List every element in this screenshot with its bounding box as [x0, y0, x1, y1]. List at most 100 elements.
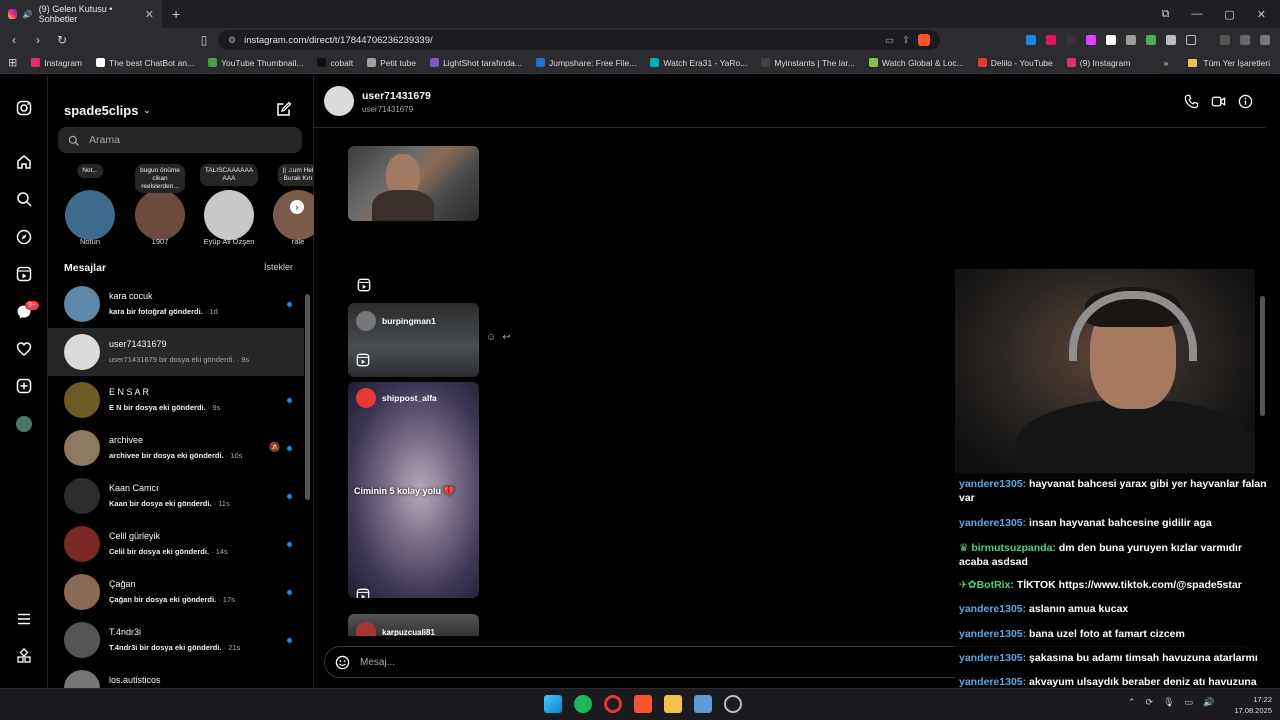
bookmark-link[interactable]: Myinstants | The lar... [761, 58, 855, 68]
bookmark-link[interactable]: cobalt [317, 58, 353, 68]
reel-author[interactable]: shippost_alfa [356, 388, 437, 408]
explore-compass-icon[interactable] [16, 229, 32, 245]
more-bookmarks-icon[interactable]: » [1164, 58, 1169, 68]
close-window-icon[interactable]: ✕ [1257, 8, 1266, 21]
create-plus-icon[interactable] [16, 378, 32, 394]
search-icon[interactable] [16, 191, 32, 207]
new-message-icon[interactable] [276, 101, 292, 117]
back-icon[interactable]: ‹ [8, 33, 20, 47]
note-item[interactable]: TALISCAAAAAA AAA Eyüp Ali Özşen [197, 164, 261, 250]
bookmark-link[interactable]: Instagram [31, 58, 82, 68]
account-switcher[interactable]: spade5clips ⌄ [64, 103, 150, 118]
bookmark-link[interactable]: LightShot tarafında... [430, 58, 522, 68]
emoji-icon[interactable] [335, 655, 350, 670]
bookmark-link[interactable]: Watch Global & Loc... [868, 58, 964, 68]
note-item[interactable]: Not... Notun [58, 164, 122, 250]
browser-tab-active[interactable]: 🔊 (9) Gelen Kutusu • Sohbetler ✕ [0, 0, 162, 28]
conversation-row[interactable]: Celil gürleyik Celil bir dosya eki gönder… [48, 520, 304, 568]
bookmark-link[interactable]: The best ChatBot an... [96, 58, 194, 68]
extension-icon[interactable] [1066, 35, 1076, 45]
spotify-icon[interactable] [574, 695, 592, 713]
conversation-row[interactable]: Çağan Çağan bir dosya eki gönderdi. · 17s [48, 568, 304, 616]
screen-cast-icon[interactable]: ▭ [885, 35, 894, 46]
requests-link[interactable]: İstekler [264, 262, 293, 272]
bookmark-link[interactable]: (9) Instagram [1066, 58, 1130, 68]
extensions-puzzle-icon[interactable]: ⧉ [1162, 8, 1170, 21]
extension-icon[interactable] [1086, 35, 1096, 45]
shared-reel[interactable]: karpuzcuali81 [348, 614, 479, 636]
all-bookmarks-link[interactable]: Tüm Yer İşaretleri [1203, 58, 1270, 68]
volume-icon[interactable]: 🔊 [1203, 697, 1214, 708]
tray-chevron-up-icon[interactable]: ⌃ [1128, 697, 1136, 708]
minimize-icon[interactable]: — [1191, 8, 1202, 21]
brave-shield-icon[interactable] [918, 34, 930, 46]
inbox-scrollbar[interactable] [305, 286, 310, 686]
forward-icon[interactable]: › [32, 33, 44, 47]
extension-icon[interactable] [1146, 35, 1156, 45]
speaker-icon[interactable]: 🔊 [23, 10, 33, 19]
extension-icon[interactable] [1046, 35, 1056, 45]
more-menu-icon[interactable] [16, 611, 32, 627]
shared-video-thumbnail[interactable] [348, 146, 479, 221]
conversation-row[interactable]: kara cocuk kara bir fotoğraf gönderdi. · … [48, 280, 304, 328]
conversation-row[interactable]: E N S A R E N bir dosya eki gönderdi. · 9… [48, 376, 304, 424]
bookmark-link[interactable]: Delilo - YouTube [977, 58, 1053, 68]
notifications-heart-icon[interactable] [16, 341, 32, 357]
conversation-row[interactable]: archivee archivee bir dosya eki gönderdi.… [48, 424, 304, 472]
shared-reel[interactable]: shippost_alfa Ciminin 5 kolay yolu 💔 [348, 382, 479, 598]
profile-avatar[interactable] [16, 416, 32, 432]
meta-apps-icon[interactable] [16, 648, 32, 664]
tab-close-icon[interactable]: ✕ [145, 8, 154, 21]
vpn-icon[interactable] [1240, 35, 1250, 45]
extension-icon[interactable] [1026, 35, 1036, 45]
reload-icon[interactable]: ↻ [56, 33, 68, 47]
tray-app-icon[interactable]: ⟳ [1146, 697, 1154, 708]
bookmark-link[interactable]: Watch Era31 - YaRo... [650, 58, 747, 68]
home-icon[interactable] [16, 154, 32, 170]
maximize-icon[interactable]: ▢ [1224, 8, 1234, 21]
share-icon[interactable]: ⇪ [902, 35, 910, 46]
reel-author[interactable]: karpuzcuali81 [356, 622, 435, 636]
reels-icon[interactable] [16, 266, 32, 282]
bookmark-link[interactable]: Jumpshare: Free File... [536, 58, 636, 68]
windows-start-icon[interactable] [544, 695, 562, 713]
video-call-icon[interactable] [1211, 94, 1226, 109]
address-bar[interactable]: ⚙ instagram.com/direct/t/178447062362393… [218, 30, 940, 50]
bookmark-link[interactable]: Petit tube [367, 58, 416, 68]
conversation-row[interactable]: user71431679 user71431679 bir dosya eki g… [48, 328, 304, 376]
scrollbar-thumb[interactable] [1260, 296, 1265, 416]
brave-browser-icon[interactable] [634, 695, 652, 713]
opera-icon[interactable] [604, 695, 622, 713]
rewards-icon[interactable] [1260, 35, 1270, 45]
extension-icon[interactable] [1126, 35, 1136, 45]
search-input[interactable]: Arama [58, 127, 302, 153]
note-item[interactable]: bugun önüme cikan reelslerden... 1907 [128, 164, 192, 250]
conversation-row[interactable]: los.autisticos [48, 664, 304, 688]
conversation-info-icon[interactable] [1238, 94, 1253, 109]
music-icon[interactable] [1220, 35, 1230, 45]
conversation-row[interactable]: Kaan Camcı Kaan bir dosya eki gönderdi. ·… [48, 472, 304, 520]
react-emoji-icon[interactable]: ☺ [486, 332, 496, 343]
network-icon[interactable]: ▭ [1185, 697, 1194, 708]
extension-icon[interactable] [1106, 35, 1116, 45]
bookmark-page-icon[interactable]: ▯ [198, 33, 210, 47]
instagram-logo-icon[interactable] [16, 100, 32, 116]
thread-name[interactable]: user71431679 [362, 90, 431, 102]
reel-author[interactable]: burpingman1 [356, 311, 436, 331]
new-tab-button[interactable]: + [172, 6, 180, 22]
shared-reel[interactable]: burpingman1 [348, 303, 479, 377]
scrollbar-thumb[interactable] [305, 294, 310, 500]
taskbar-clock[interactable]: 17:22 17.08.2025 [1228, 694, 1272, 716]
chevron-right-icon[interactable]: › [290, 200, 304, 214]
bookmark-link[interactable]: YouTube Thumbnail... [208, 58, 303, 68]
file-explorer-icon[interactable] [664, 695, 682, 713]
thread-avatar[interactable] [324, 86, 354, 116]
sidebar-icon[interactable] [1186, 35, 1196, 45]
conversation-row[interactable]: T.4ndr3i T.4ndr3i bir dosya eki gönderdi.… [48, 616, 304, 664]
apps-grid-icon[interactable]: ⊞ [8, 56, 17, 69]
audio-call-icon[interactable] [1184, 94, 1199, 109]
settings-gear-icon[interactable] [724, 695, 742, 713]
site-info-icon[interactable]: ⚙ [228, 35, 236, 46]
microphone-icon[interactable]: 🎙 [1163, 697, 1174, 708]
app-icon[interactable] [694, 695, 712, 713]
